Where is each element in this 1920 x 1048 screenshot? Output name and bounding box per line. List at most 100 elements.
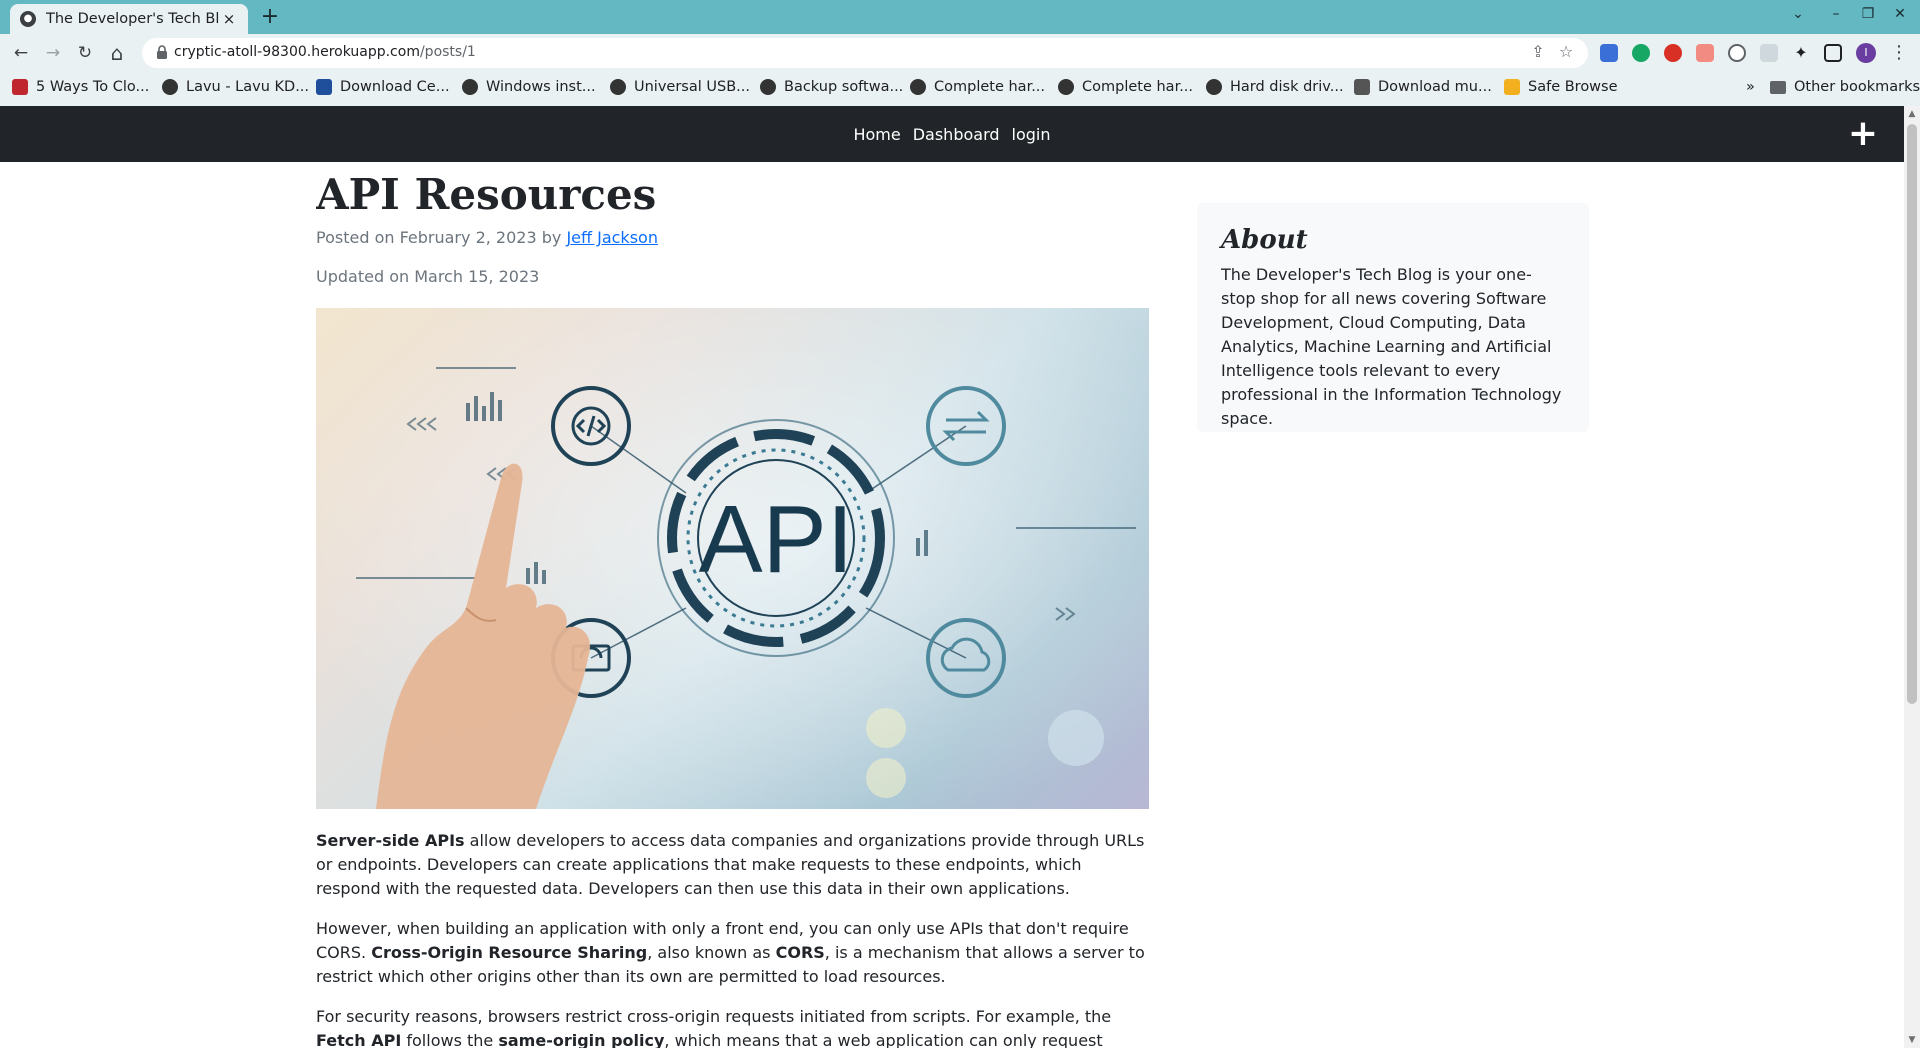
bookmark-item[interactable]: Backup softwa... [760,79,903,95]
bookmark-item[interactable]: 5 Ways To Clo... [12,79,149,95]
extension-4-icon[interactable] [1696,44,1714,62]
p2-strong-1: Cross-Origin Resource Sharing [371,943,648,963]
bookmark-label: 5 Ways To Clo... [36,79,150,95]
share-icon[interactable]: ⇪ [1528,42,1548,61]
tab-title: The Developer's Tech Blog [46,11,220,27]
post-content: API Resources Posted on February 2, 2023… [316,162,1150,1048]
globe-icon [162,79,178,95]
globe-icon [610,79,626,95]
bookmark-label: Safe Browse [1528,79,1618,95]
about-card: About The Developer's Tech Blog is your … [1197,203,1589,432]
globe-icon [760,79,776,95]
new-tab-button[interactable]: + [258,5,282,29]
forward-button[interactable]: → [42,42,64,64]
p3-text-1: For security reasons, browsers restrict … [316,1007,1112,1027]
bookmark-item[interactable]: Download Ce... [316,79,450,95]
extensions-puzzle-icon[interactable]: ✦ [1792,44,1810,62]
add-post-button[interactable]: + [1848,116,1878,152]
updated-on-text: Updated on March 15, 2023 [316,267,540,287]
post-title: API Resources [316,170,657,219]
home-button[interactable]: ⌂ [106,42,128,64]
restore-button[interactable]: ❐ [1858,6,1878,22]
site-icon [1354,79,1370,95]
bookmark-item[interactable]: Lavu - Lavu KD... [162,79,309,95]
p3-strong-1: Fetch API [316,1031,402,1048]
bookmark-label: Complete har... [934,79,1046,95]
browser-tab[interactable]: ● The Developer's Tech Blog × [10,4,248,34]
url-host: cryptic-atoll-98300.herokuapp.com [174,44,420,60]
red-bookmark-icon [12,79,28,95]
p2-strong-2: CORS [775,943,825,963]
bookmark-label: Lavu - Lavu KD... [186,79,310,95]
tab-close-icon[interactable]: × [220,10,238,28]
tab-search-icon[interactable]: ⌄ [1788,6,1808,22]
page-scrollbar[interactable]: ▲ ▼ [1904,106,1920,1048]
url-path: /posts/1 [419,44,476,60]
bookmark-item[interactable]: Complete har... [1058,79,1193,95]
bookmark-item[interactable]: Download mu... [1354,79,1492,95]
paragraph-1: Server-side APIs allow developers to acc… [316,829,1150,901]
bookmark-item[interactable]: Universal USB... [610,79,750,95]
profile-avatar[interactable]: I [1856,43,1876,63]
bookmark-label: Windows inst... [486,79,596,95]
globe-icon [910,79,926,95]
p3-strong-2: same-origin policy [498,1031,665,1048]
hero-image: API [316,308,1149,810]
nav-dashboard-link[interactable]: Dashboard [913,125,1000,144]
address-bar[interactable]: cryptic-atoll-98300.herokuapp.com/posts/… [142,38,1588,68]
minimize-button[interactable]: – [1826,6,1846,22]
bookmark-item[interactable]: Complete har... [910,79,1045,95]
overflow-chevron-icon: » [1746,79,1755,95]
bookmark-label: Universal USB... [634,79,750,95]
paragraph-3: For security reasons, browsers restrict … [316,1005,1150,1048]
bookmark-label: Download Ce... [340,79,450,95]
api-illustration: API [316,308,1149,810]
grammarly-icon[interactable] [1632,44,1650,62]
author-link[interactable]: Jeff Jackson [566,228,658,247]
bookmark-label: Hard disk driv... [1230,79,1344,95]
nav-login-link[interactable]: login [1012,125,1051,144]
scroll-up-icon[interactable]: ▲ [1904,106,1920,122]
reload-button[interactable]: ↻ [74,42,96,64]
bookmark-item[interactable]: Windows inst... [462,79,596,95]
hero-api-text: API [699,486,854,593]
p1-strong-1: Server-side APIs [316,831,465,851]
about-text: The Developer's Tech Blog is your one-st… [1221,265,1562,428]
extension-6-icon[interactable] [1760,44,1778,62]
globe-icon [1206,79,1222,95]
nav-home-link[interactable]: Home [853,125,900,144]
back-button[interactable]: ← [10,42,32,64]
site-favicon-icon: ● [20,11,36,27]
tab-strip: ● The Developer's Tech Blog × + ⌄ – ❐ ✕ [0,0,1920,34]
lock-icon [157,45,167,59]
other-bookmarks-folder[interactable]: Other bookmarks [1770,79,1920,95]
posted-on-text: Posted on February 2, 2023 by [316,228,562,248]
site-icon [316,79,332,95]
scroll-down-icon[interactable]: ▼ [1904,1032,1920,1048]
scrollbar-thumb[interactable] [1907,124,1917,704]
extension-1-icon[interactable] [1600,44,1618,62]
extension-3-icon[interactable] [1664,44,1682,62]
bookmark-star-icon[interactable]: ☆ [1556,42,1576,61]
bookmarks-bar: » Other bookmarks 5 Ways To Clo... Lavu -… [0,72,1920,106]
browser-toolbar: ← → ↻ ⌂ cryptic-atoll-98300.herokuapp.co… [0,34,1920,72]
other-bookmarks-label: Other bookmarks [1794,79,1920,95]
bookmark-label: Complete har... [1082,79,1194,95]
p2-text-2: , also known as [647,943,776,963]
extension-5-icon[interactable] [1728,44,1746,62]
lock-bookmark-icon [1504,79,1520,95]
menu-kebab-icon[interactable]: ⋮ [1888,42,1910,64]
paragraph-2: However, when building an application wi… [316,917,1150,989]
side-panel-icon[interactable] [1824,44,1842,62]
bookmark-item[interactable]: Safe Browse [1504,79,1618,95]
url-text: cryptic-atoll-98300.herokuapp.com/posts/… [174,44,476,60]
globe-icon [1058,79,1074,95]
site-navbar: Home Dashboard login + [0,106,1904,162]
bookmarks-overflow-button[interactable]: » [1746,79,1755,95]
post-meta: Posted on February 2, 2023 by Jeff Jacks… [316,228,1150,247]
folder-icon [1770,80,1786,94]
bookmark-item[interactable]: Hard disk driv... [1206,79,1344,95]
about-title: About [1221,225,1308,255]
close-window-button[interactable]: ✕ [1890,6,1910,22]
p3-text-2: follows the [401,1031,499,1048]
